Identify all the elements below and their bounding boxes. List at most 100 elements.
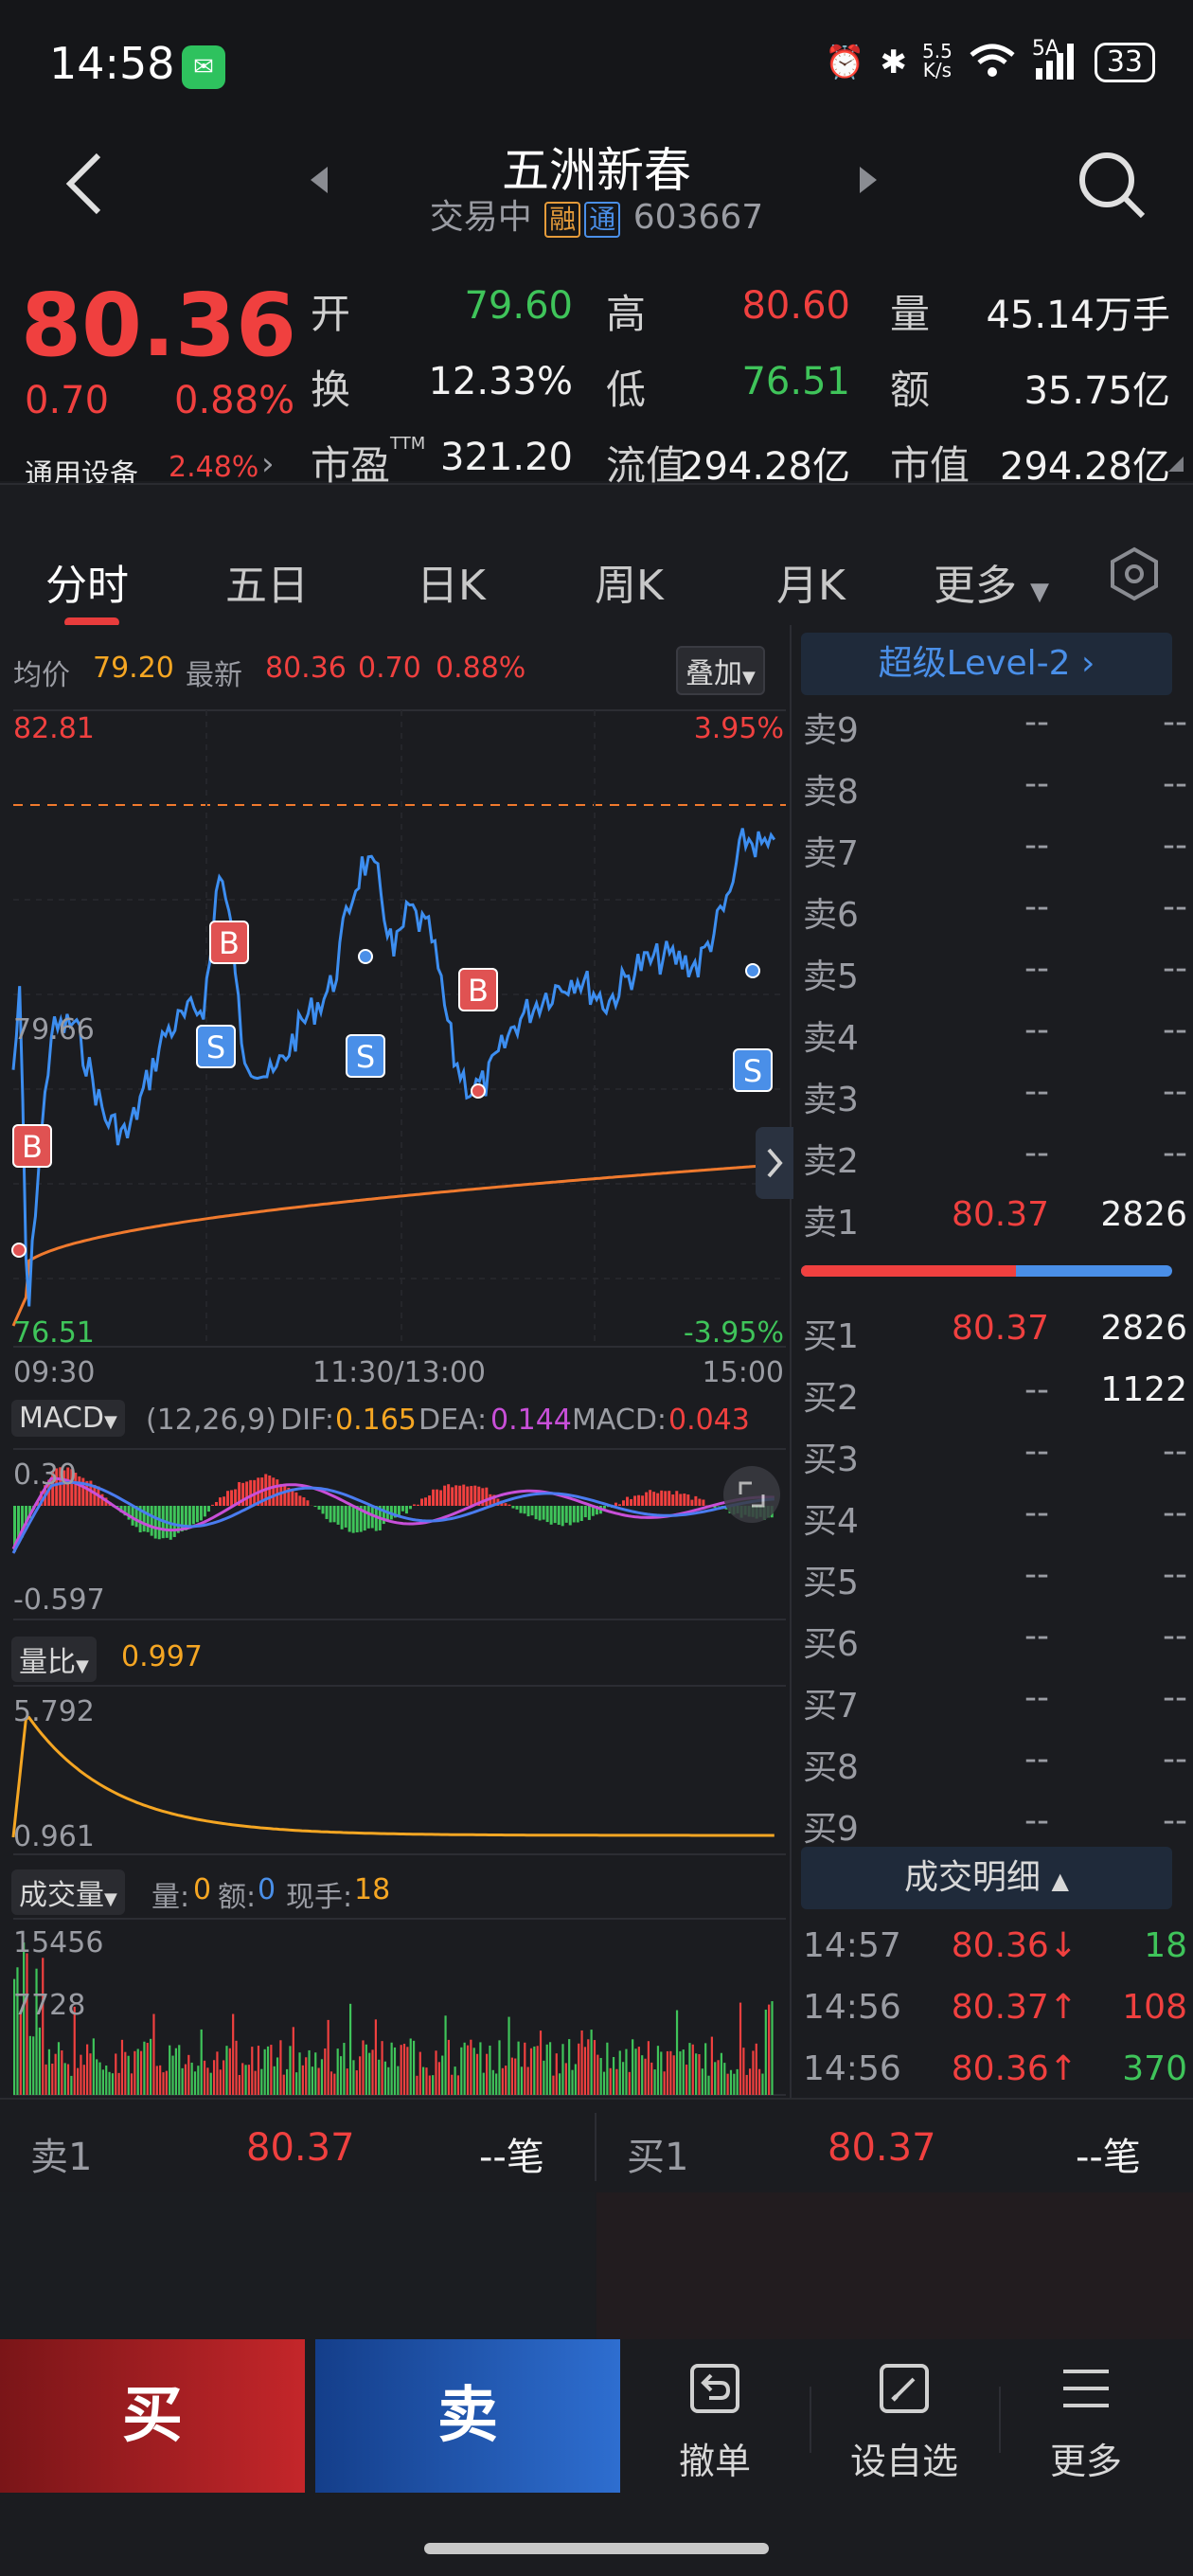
last-price: 80.36	[21, 275, 297, 376]
bid-level-row[interactable]: 买9 -- --	[793, 1801, 1193, 1862]
volume-bar	[409, 2038, 412, 2095]
volume-bar	[644, 2058, 647, 2095]
tab-daily-k[interactable]: 日K	[417, 551, 486, 612]
volume-bar	[320, 2059, 324, 2095]
volume-bar	[479, 2042, 482, 2095]
level-volume: --	[1163, 949, 1187, 988]
y-top-label: 82.81	[13, 712, 95, 745]
volume-bar	[625, 2048, 628, 2095]
trade-volume: 370	[1122, 2049, 1187, 2088]
stock-header: 五洲新春 交易中 融通 603667	[0, 133, 1193, 256]
ask-level-row[interactable]: 卖3 -- --	[793, 1072, 1193, 1133]
macd-bar	[195, 1506, 199, 1523]
level-price: 80.37	[951, 1195, 1049, 1234]
ask-level-row[interactable]: 卖1 80.37 2826	[793, 1195, 1193, 1256]
sell-button[interactable]: 卖	[315, 2339, 620, 2493]
macd-bar	[206, 1506, 210, 1512]
level-price: --	[1024, 764, 1049, 803]
bid-level-row[interactable]: 买3 -- --	[793, 1432, 1193, 1493]
buy-queue-area	[596, 2192, 1193, 2339]
volume-bar	[165, 2070, 168, 2095]
edit-icon	[880, 2364, 929, 2413]
trade-volume: 108	[1122, 1988, 1187, 2027]
tab-five-day[interactable]: 五日	[225, 551, 309, 612]
bid-level-row[interactable]: 买5 -- --	[793, 1555, 1193, 1616]
more-button[interactable]: 更多	[996, 2339, 1176, 2493]
quote-field-value: 76.51	[741, 360, 850, 403]
macd-bar	[142, 1506, 146, 1532]
level-volume: --	[1163, 1555, 1187, 1594]
quote-field-label: 换	[311, 367, 351, 413]
expand-panel-button[interactable]	[756, 1127, 793, 1199]
tab-weekly-k[interactable]: 周K	[595, 551, 664, 612]
svg-text:S: S	[743, 1053, 762, 1089]
macd-bar	[549, 1506, 553, 1525]
macd-bar	[412, 1504, 416, 1506]
volume-dropdown[interactable]: 成交量▼	[11, 1869, 125, 1915]
macd-bar	[153, 1506, 157, 1539]
volume-bar	[752, 2050, 755, 2095]
macd-bar	[317, 1506, 321, 1511]
ask-level-row[interactable]: 卖9 -- --	[793, 703, 1193, 763]
ask-level-row[interactable]: 卖7 -- --	[793, 826, 1193, 886]
macd-bar	[424, 1497, 428, 1506]
macd-dropdown[interactable]: MACD▼	[11, 1400, 125, 1437]
macd-bar	[157, 1506, 161, 1540]
volume-bar	[390, 2042, 393, 2095]
svg-text:S: S	[356, 1039, 375, 1075]
tab-more[interactable]: 更多 ▼	[934, 551, 1049, 612]
volume-bar	[406, 2047, 409, 2095]
bid-level-row[interactable]: 买4 -- --	[793, 1494, 1193, 1554]
industry-pct: 2.48%	[169, 451, 259, 484]
battery-indicator: 33	[1094, 43, 1155, 82]
ask-level-row[interactable]: 卖5 -- --	[793, 949, 1193, 1010]
volume-bar	[152, 2013, 155, 2095]
level2-button[interactable]: 超级Level-2 ›	[801, 633, 1172, 695]
fullscreen-button[interactable]	[723, 1466, 780, 1523]
volume-bar	[134, 2050, 136, 2095]
tab-monthly-k[interactable]: 月K	[776, 551, 846, 612]
macd-bar	[447, 1484, 451, 1506]
next-stock-button[interactable]	[854, 161, 892, 208]
search-button[interactable]	[1075, 148, 1150, 224]
volume-bar	[612, 2057, 615, 2095]
volume-bar	[451, 2074, 454, 2095]
buy-button[interactable]: 买	[0, 2339, 305, 2493]
volume-bar	[628, 2071, 631, 2095]
bottom-buy-count: --笔	[1076, 2136, 1141, 2179]
cancel-order-button[interactable]: 撤单	[625, 2339, 805, 2493]
cancel-order-label: 撤单	[678, 2441, 751, 2482]
volume-bar	[169, 2045, 171, 2095]
macd-bar	[329, 1506, 332, 1523]
volume-bar	[742, 2048, 745, 2095]
bid-level-row[interactable]: 买1 80.37 2826	[793, 1309, 1193, 1369]
sell-queue-area	[0, 2192, 595, 2339]
ask-level-row[interactable]: 卖6 -- --	[793, 887, 1193, 948]
volume-bar	[38, 2027, 41, 2095]
buy-signal-marker: B	[12, 1124, 52, 1168]
dea-value: 0.144	[490, 1404, 572, 1437]
level-volume: --	[1163, 1494, 1187, 1532]
volume-bar	[127, 2055, 130, 2095]
bid-level-row[interactable]: 买2 -- 1122	[793, 1370, 1193, 1431]
bid-level-row[interactable]: 买7 -- --	[793, 1678, 1193, 1739]
chart-settings-button[interactable]	[1106, 546, 1163, 602]
vol-y-top: 15456	[13, 1926, 104, 1959]
bid-level-row[interactable]: 买6 -- --	[793, 1617, 1193, 1677]
signal-icon: 5A	[1032, 37, 1079, 83]
divider	[595, 2113, 596, 2181]
volume-bar	[139, 2050, 143, 2095]
ask-level-row[interactable]: 卖2 -- --	[793, 1134, 1193, 1194]
bid-ask-balance-bar	[801, 1265, 1172, 1277]
volume-bar	[596, 2054, 599, 2095]
volume-bar	[505, 2066, 507, 2095]
ask-level-row[interactable]: 卖8 -- --	[793, 764, 1193, 825]
quote-field-value: 45.14万手	[986, 294, 1170, 337]
volume-ratio-dropdown[interactable]: 量比▼	[11, 1637, 97, 1682]
ask-level-row[interactable]: 卖4 -- --	[793, 1011, 1193, 1071]
add-watchlist-button[interactable]: 设自选	[814, 2339, 994, 2493]
tab-intraday[interactable]: 分时	[45, 551, 129, 612]
industry-link[interactable]: 通用设备 2.48% ›	[25, 445, 290, 492]
bid-level-row[interactable]: 买8 -- --	[793, 1740, 1193, 1800]
volume-bar	[266, 2046, 270, 2095]
